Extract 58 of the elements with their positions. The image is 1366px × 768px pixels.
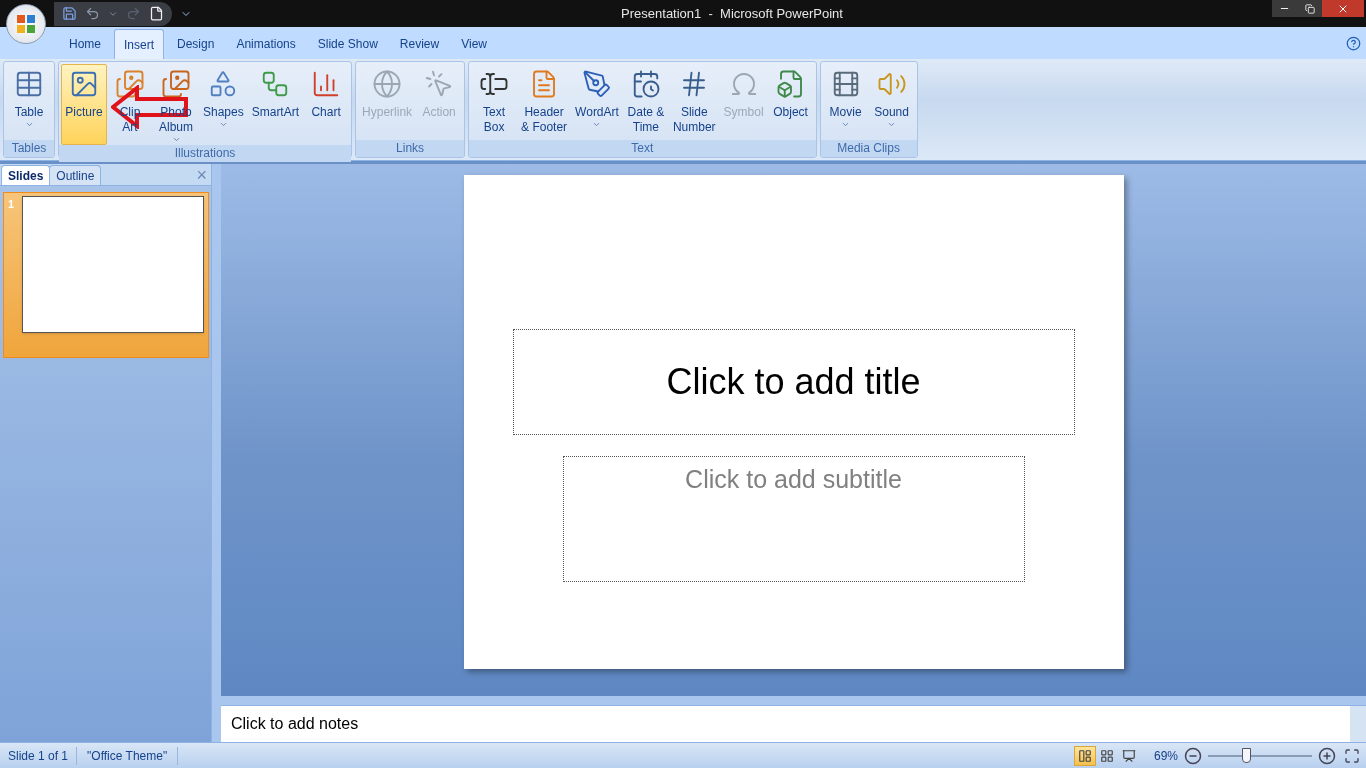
title-placeholder[interactable]: Click to add title (512, 329, 1075, 435)
group-label: Links (356, 140, 465, 157)
ribbon-tab[interactable]: Design (168, 29, 224, 59)
ribbon-button[interactable]: SmartArt (247, 64, 304, 145)
group-label: Media Clips (820, 140, 917, 157)
ribbon-tab[interactable]: Insert (114, 29, 165, 59)
ribbon-button[interactable]: WordArt (571, 64, 623, 140)
pen-icon (582, 69, 612, 99)
photo-album-icon (161, 69, 191, 99)
notes-placeholder[interactable]: Click to add notes (231, 715, 359, 732)
subtitle-placeholder[interactable]: Click to add subtitle (562, 456, 1025, 582)
image-icon (69, 69, 99, 99)
ribbon-tab[interactable]: Slide Show (308, 29, 387, 59)
panel-tab[interactable]: Slides (1, 165, 51, 185)
restore-icon (1304, 3, 1315, 14)
restore-button[interactable] (1297, 0, 1322, 17)
office-button[interactable] (6, 4, 46, 44)
slide-number: 1 (8, 197, 15, 212)
ribbon-button[interactable]: Shapes (199, 64, 248, 145)
zoom-out-icon[interactable] (1184, 746, 1202, 765)
normal-view-icon (1077, 748, 1092, 763)
table-icon (14, 69, 44, 99)
scrollbar[interactable] (1350, 706, 1366, 742)
slideshow-icon (1121, 748, 1136, 763)
ribbon-tab[interactable]: View (452, 29, 496, 59)
ribbon-button[interactable]: Picture (61, 64, 107, 145)
globe-icon (372, 69, 403, 99)
ribbon-button[interactable]: Chart (303, 64, 350, 145)
ribbon-button[interactable]: Sound (868, 64, 915, 140)
images-icon (115, 69, 145, 99)
office-logo-icon (15, 13, 37, 35)
slide-counter: Slide 1 of 1 (0, 746, 78, 765)
ribbon-button[interactable]: Header & Footer (517, 64, 572, 140)
zoom-slider-thumb[interactable] (1242, 748, 1252, 763)
ribbon-tab[interactable]: Animations (227, 29, 305, 59)
undo-icon[interactable] (85, 6, 100, 21)
zoom-in-icon[interactable] (1318, 746, 1336, 765)
ribbon-button[interactable]: Text Box (471, 64, 518, 140)
new-document-icon[interactable] (149, 6, 164, 21)
help-icon[interactable] (1346, 35, 1361, 51)
ribbon-button[interactable]: Movie (822, 64, 869, 140)
ribbon-tab[interactable]: Review (390, 29, 449, 59)
theme-name: "Office Theme" (77, 746, 179, 765)
ribbon-button[interactable]: Table (6, 64, 52, 140)
fit-to-window-icon[interactable] (1344, 747, 1360, 764)
grid-view-icon (1099, 748, 1114, 763)
ribbon-button[interactable]: Slide Number (668, 64, 720, 140)
window-title: Presentation1 - Microsoft PowerPoint (621, 4, 843, 23)
group-label: Illustrations (59, 145, 352, 162)
panel-tab[interactable]: Outline (49, 165, 102, 185)
ribbon-tab[interactable]: Home (60, 29, 110, 59)
save-icon[interactable] (62, 6, 77, 21)
group-label: Text (469, 140, 816, 157)
group-label: Tables (4, 140, 54, 157)
view-button[interactable] (1073, 745, 1096, 766)
ribbon-button[interactable]: Object (767, 64, 814, 140)
ribbon-button[interactable]: Date & Time (622, 64, 669, 140)
zoom-level[interactable]: 69% (1153, 746, 1178, 765)
